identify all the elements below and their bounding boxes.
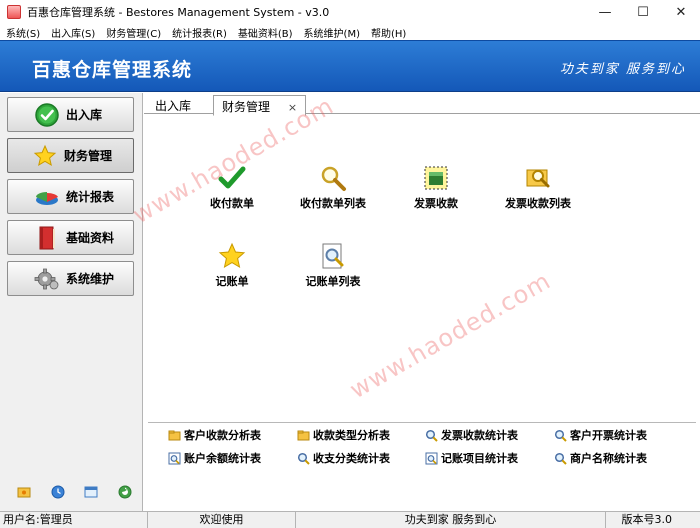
sidebar-toolbar [0,485,143,503]
report-label: 客户收款分析表 [184,429,261,442]
green-box-icon [421,163,451,193]
banner-slogan: 功夫到家 服务到心 [559,62,686,77]
check-circle-icon [34,102,60,128]
folder-search-icon [523,163,553,193]
minimize-button[interactable]: — [586,0,624,24]
folder-icon [297,429,310,442]
menu-help[interactable]: 帮助(H) [365,25,411,40]
checkmark-icon [217,163,247,193]
tab-finance[interactable]: 财务管理 × [213,95,307,116]
report-label: 商户名称统计表 [570,452,647,465]
report-invoice-receipt-stats[interactable]: 发票收款统计表 [425,427,518,443]
report-label: 记账项目统计表 [441,452,518,465]
report-journal-item-stats[interactable]: 记账项目统计表 [425,450,518,466]
status-welcome: 欢迎使用 [148,512,296,528]
func-label: 收付款单 [210,197,254,210]
window-search-icon [425,452,438,465]
func-journal-entry[interactable]: 记账单 [187,241,277,289]
window-search-icon [168,452,181,465]
status-user: 用户名:管理员 [0,512,148,528]
func-label: 记账单列表 [305,275,361,288]
main-panel: 出入库 财务管理 × 收付款单 收付款单列表 发票收款 发票收款列表 记账单 记… [144,93,700,511]
sidebar-item-label: 出入库 [66,108,103,122]
tab-close-icon[interactable]: × [288,101,297,114]
report-income-expense-category-stats[interactable]: 收支分类统计表 [297,450,390,466]
app-banner: 百惠仓库管理系统 功夫到家 服务到心 [0,40,700,92]
menu-reports[interactable]: 统计报表(R) [166,25,232,40]
sidebar-item-label: 统计报表 [66,190,115,204]
report-receipt-type-analysis[interactable]: 收款类型分析表 [297,427,390,443]
search-icon [554,452,567,465]
report-merchant-name-stats[interactable]: 商户名称统计表 [554,450,647,466]
func-invoice-receipt[interactable]: 发票收款 [391,163,481,211]
magnifier-icon [318,163,348,193]
star-icon [32,143,58,169]
sidebar-item-inout[interactable]: 出入库 [7,97,134,132]
menu-finance[interactable]: 财务管理(C) [100,25,166,40]
star-icon [217,241,247,271]
report-label: 收款类型分析表 [313,429,390,442]
func-journal-entry-list[interactable]: 记账单列表 [288,241,378,289]
func-payment-voucher[interactable]: 收付款单 [187,163,277,211]
report-label: 账户余额统计表 [184,452,261,465]
window-title: 百惠仓库管理系统 - Bestores Management System - … [27,6,330,19]
search-icon [297,452,310,465]
func-label: 发票收款列表 [505,197,571,210]
sidebar-item-basic-data[interactable]: 基础资料 [7,220,134,255]
search-icon [425,429,438,442]
document-search-icon [318,241,348,271]
func-payment-voucher-list[interactable]: 收付款单列表 [288,163,378,211]
pie-chart-icon [34,184,60,210]
sidebar-item-label: 系统维护 [66,272,115,286]
refresh-icon[interactable] [118,485,132,499]
maximize-button[interactable]: ☐ [624,0,662,24]
menu-inout[interactable]: 出入库(S) [45,25,100,40]
menu-bar: 系统(S) 出入库(S) 财务管理(C) 统计报表(R) 基础资料(B) 系统维… [0,24,700,40]
sidebar-item-reports[interactable]: 统计报表 [7,179,134,214]
func-invoice-receipt-list[interactable]: 发票收款列表 [493,163,583,211]
func-label: 记账单 [215,275,249,288]
menu-system[interactable]: 系统(S) [0,25,45,40]
tab-inout[interactable]: 出入库 [147,95,199,114]
report-account-balance-stats[interactable]: 账户余额统计表 [168,450,261,466]
app-icon [7,5,21,19]
close-button[interactable]: ✕ [662,0,700,24]
sidebar-item-label: 财务管理 [64,149,113,163]
tab-bar: 出入库 财务管理 × [144,93,700,116]
gear-icon [34,266,60,292]
tab-label: 出入库 [155,99,192,113]
menu-basic-data[interactable]: 基础资料(B) [232,25,298,40]
sidebar-item-label: 基础资料 [66,231,115,245]
folder-icon [168,429,181,442]
report-label: 收支分类统计表 [313,452,390,465]
report-label: 客户开票统计表 [570,429,647,442]
sidebar-item-finance[interactable]: 财务管理 [7,138,134,173]
window-icon[interactable] [84,485,98,499]
clock-icon[interactable] [51,485,65,499]
sidebar-item-maintenance[interactable]: 系统维护 [7,261,134,296]
status-slogan: 功夫到家 服务到心 [296,512,606,528]
report-panel: 客户收款分析表 收款类型分析表 发票收款统计表 客户开票统计表 账户余额统计表 … [148,422,696,484]
report-customer-receipt-analysis[interactable]: 客户收款分析表 [168,427,261,443]
search-icon [554,429,567,442]
report-customer-invoicing-stats[interactable]: 客户开票统计表 [554,427,647,443]
status-version: 版本号3.0 [621,513,673,526]
banner-title: 百惠仓库管理系统 [32,59,193,81]
sidebar: 出入库 财务管理 统计报表 基础资料 系统维护 [0,93,143,511]
book-icon [34,225,60,251]
report-label: 发票收款统计表 [441,429,518,442]
folder-key-icon[interactable] [17,485,31,499]
tab-label: 财务管理 [222,100,271,114]
func-label: 收付款单列表 [300,197,366,210]
title-bar: 百惠仓库管理系统 - Bestores Management System - … [0,0,700,24]
status-bar: 用户名:管理员 欢迎使用 功夫到家 服务到心 版本号3.0 [0,511,700,528]
func-label: 发票收款 [414,197,458,210]
window-controls: — ☐ ✕ [586,0,700,24]
menu-maintenance[interactable]: 系统维护(M) [298,25,365,40]
